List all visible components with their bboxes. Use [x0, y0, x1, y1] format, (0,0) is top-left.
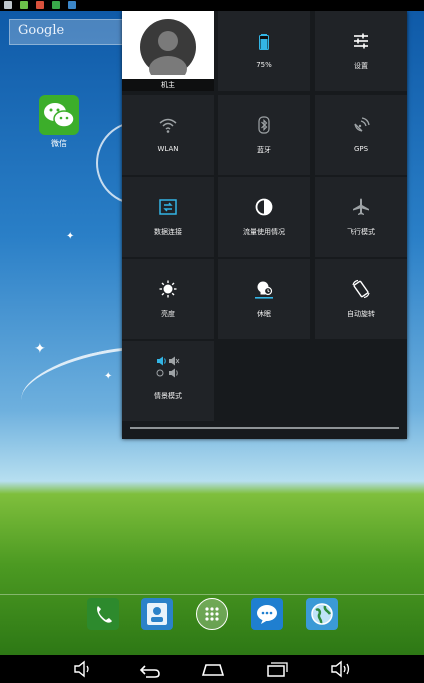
back-icon[interactable] [137, 660, 161, 678]
airplane-mode-tile[interactable]: 飞行模式 [315, 177, 407, 257]
messaging-app-icon[interactable] [251, 598, 283, 630]
notification-icon [52, 1, 60, 9]
notification-icon [20, 1, 28, 9]
notification-icon [68, 1, 76, 9]
browser-app-icon[interactable] [306, 598, 338, 630]
mobile-data-tile[interactable]: 数据连接 [122, 177, 214, 257]
contacts-app-icon[interactable] [141, 598, 173, 630]
panel-drag-handle[interactable] [130, 427, 399, 429]
airplane-icon [353, 198, 369, 215]
tile-label: 蓝牙 [257, 146, 271, 154]
sleep-timer-icon [255, 281, 273, 299]
tile-label: 设置 [354, 62, 368, 70]
tile-label: 亮度 [161, 310, 175, 318]
screenshot-icon [4, 1, 12, 9]
owner-label: 机主 [161, 81, 175, 89]
bluetooth-icon [258, 116, 270, 134]
wechat-app-label: 微信 [51, 139, 67, 148]
dock-divider [0, 594, 424, 595]
volume-up-icon[interactable] [329, 660, 353, 678]
tile-label: 流量使用情况 [243, 228, 285, 236]
recent-apps-icon[interactable] [265, 660, 289, 678]
sparkle-icon: ✦ [104, 371, 113, 382]
app-drawer-button[interactable] [196, 598, 228, 630]
status-bar [0, 0, 424, 11]
sleep-tile[interactable]: 休眠 [218, 259, 310, 339]
sparkle-icon: ✦ [34, 341, 46, 357]
battery-tile[interactable]: 75% [218, 11, 310, 91]
data-usage-icon [255, 198, 273, 216]
brightness-sun-icon [159, 280, 177, 298]
search-placeholder: Google [18, 23, 65, 38]
battery-level: 75% [256, 61, 272, 69]
quick-settings-panel: 机主 75% 设置 WLAN 蓝牙 GPS 数据连接 流量使用情况 飞行模式 亮… [122, 11, 407, 439]
owner-label-strip: 机主 [122, 79, 214, 91]
gps-satellite-icon [354, 117, 370, 132]
search-bar[interactable]: Google [9, 19, 131, 45]
wlan-tile[interactable]: WLAN [122, 95, 214, 175]
battery-icon [259, 34, 269, 50]
wechat-app-icon[interactable] [39, 95, 79, 135]
avatar [140, 19, 196, 82]
auto-rotate-icon [352, 279, 370, 299]
volume-down-icon[interactable] [71, 660, 95, 678]
sound-profile-icon [156, 356, 180, 378]
brightness-tile[interactable]: 亮度 [122, 259, 214, 339]
data-connection-icon [159, 199, 177, 215]
tile-label: 飞行模式 [347, 228, 375, 236]
tile-label: 休眠 [257, 310, 271, 318]
tile-label: 自动旋转 [347, 310, 375, 318]
home-icon[interactable] [201, 660, 225, 678]
settings-sliders-icon [354, 33, 368, 49]
navigation-bar [0, 655, 424, 683]
gps-tile[interactable]: GPS [315, 95, 407, 175]
settings-tile[interactable]: 设置 [315, 11, 407, 91]
tile-label: 情景模式 [154, 392, 182, 400]
tile-label: 数据连接 [154, 228, 182, 236]
notification-icon [36, 1, 44, 9]
tile-label: WLAN [157, 145, 179, 153]
tile-label: GPS [353, 145, 369, 153]
bluetooth-tile[interactable]: 蓝牙 [218, 95, 310, 175]
owner-profile-tile[interactable]: 机主 [122, 11, 214, 91]
sound-profile-tile[interactable]: 情景模式 [122, 341, 214, 421]
wifi-icon [159, 118, 177, 133]
phone-app-icon[interactable] [87, 598, 119, 630]
data-usage-tile[interactable]: 流量使用情况 [218, 177, 310, 257]
auto-rotate-tile[interactable]: 自动旋转 [315, 259, 407, 339]
sparkle-icon: ✦ [66, 231, 75, 242]
